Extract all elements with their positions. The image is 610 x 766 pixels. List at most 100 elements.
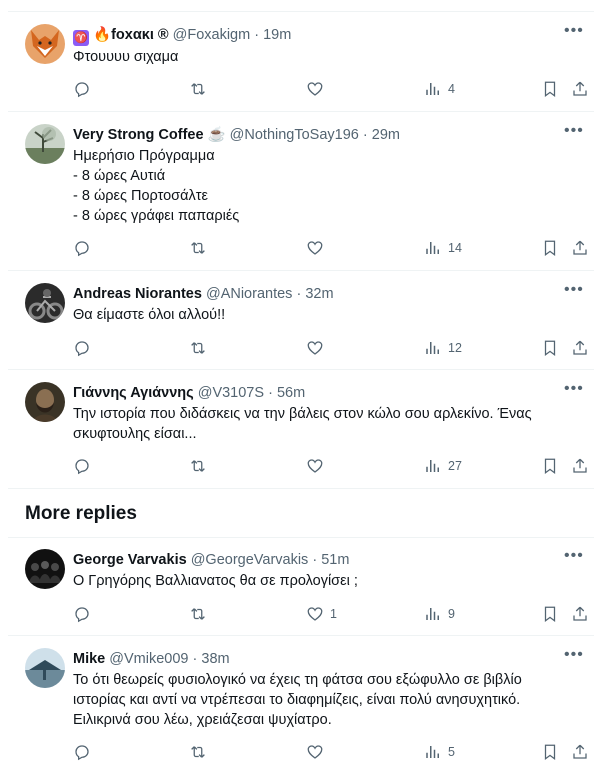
like-button[interactable] (306, 455, 330, 477)
avatar[interactable] (25, 283, 65, 323)
like-button[interactable] (306, 78, 330, 100)
author-name[interactable]: Mike (73, 651, 105, 667)
reply-button[interactable] (73, 741, 97, 763)
registered-mark: ® (157, 27, 169, 43)
tweet[interactable]: Mike @Vmike009 · 38m Το ότι θεωρείς φυσι… (8, 636, 594, 766)
views-icon (426, 608, 439, 620)
bookmark-button[interactable] (541, 741, 559, 763)
more-options-icon[interactable]: ••• (564, 23, 584, 40)
views-button[interactable]: 14 (424, 237, 462, 259)
retweet-icon (191, 460, 205, 472)
bookmark-icon (544, 81, 556, 98)
views-button[interactable]: 4 (424, 78, 455, 100)
retweet-icon (191, 342, 205, 354)
bookmark-icon (544, 240, 556, 257)
author-name[interactable]: Very Strong Coffee (73, 127, 204, 143)
more-options-icon[interactable]: ••• (564, 548, 584, 565)
tweet[interactable]: Very Strong Coffee ☕ @NothingToSay196 · … (8, 112, 594, 271)
tweet[interactable]: ♈ 🔥foxακι ® @Foxakigm · 19m Φτουυυυ σιχα… (8, 12, 594, 112)
reply-icon (75, 341, 89, 357)
timestamp[interactable]: 56m (277, 385, 305, 401)
bookmark-icon (544, 744, 556, 761)
tweet[interactable]: Γιάννης Αγιάννης @V3107S · 56m Την ιστορ… (8, 370, 594, 489)
bookmark-button[interactable] (541, 455, 559, 477)
views-icon (426, 83, 439, 95)
bookmark-button[interactable] (541, 78, 559, 100)
timestamp[interactable]: 38m (201, 651, 229, 667)
share-button[interactable] (571, 603, 589, 625)
author-handle[interactable]: @ANiorantes (206, 286, 292, 302)
reply-button[interactable] (73, 337, 97, 359)
tweet-text: Ημερήσιο Πρόγραμμα - 8 ώρες Αυτιά - 8 ώρ… (73, 148, 240, 224)
avatar[interactable] (25, 24, 65, 64)
tweet-text: Φτουυυυ σιχαμα (73, 49, 179, 65)
heart-icon (307, 459, 323, 473)
retweet-icon (191, 83, 205, 95)
author-handle[interactable]: @NothingToSay196 (230, 127, 359, 143)
bookmark-button[interactable] (541, 603, 559, 625)
more-options-icon[interactable]: ••• (564, 123, 584, 140)
like-button[interactable] (306, 741, 330, 763)
views-icon (426, 242, 439, 254)
share-button[interactable] (571, 337, 589, 359)
retweet-button[interactable] (189, 78, 213, 100)
views-icon (426, 342, 439, 354)
share-icon (573, 240, 587, 255)
avatar[interactable] (25, 549, 65, 589)
author-handle[interactable]: @Foxakigm (173, 27, 251, 43)
share-button[interactable] (571, 78, 589, 100)
like-button[interactable] (306, 337, 330, 359)
avatar[interactable] (25, 648, 65, 688)
retweet-button[interactable] (189, 237, 213, 259)
views-icon (426, 746, 439, 758)
tweet[interactable]: Andreas Niorantes @ANiorantes · 32m Θα ε… (8, 271, 594, 370)
share-button[interactable] (571, 237, 589, 259)
bookmark-button[interactable] (541, 337, 559, 359)
more-options-icon[interactable]: ••• (564, 381, 584, 398)
timestamp[interactable]: 51m (321, 552, 349, 568)
author-name[interactable]: George Varvakis (73, 552, 187, 568)
author-name[interactable]: Γιάννης Αγιάννης (73, 385, 194, 401)
aries-icon: ♈ (73, 30, 89, 46)
more-options-icon[interactable]: ••• (564, 282, 584, 299)
author-name[interactable]: Andreas Niorantes (73, 286, 202, 302)
tweet-text: Το ότι θεωρείς φυσιολογικό να έχεις τη φ… (73, 672, 522, 728)
more-options-icon[interactable]: ••• (564, 647, 584, 664)
retweet-button[interactable] (189, 455, 213, 477)
heart-icon (307, 241, 323, 255)
share-button[interactable] (571, 741, 589, 763)
retweet-icon (191, 242, 205, 254)
heart-icon (307, 745, 323, 759)
views-button[interactable]: 27 (424, 455, 462, 477)
reply-button[interactable] (73, 455, 97, 477)
views-button[interactable]: 5 (424, 741, 455, 763)
timestamp[interactable]: 29m (372, 127, 400, 143)
author-handle[interactable]: @Vmike009 (109, 651, 188, 667)
avatar[interactable] (25, 382, 65, 422)
reply-button[interactable] (73, 78, 97, 100)
author-handle[interactable]: @V3107S (198, 385, 264, 401)
retweet-button[interactable] (189, 603, 213, 625)
author-handle[interactable]: @GeorgeVarvakis (191, 552, 309, 568)
reply-button[interactable] (73, 603, 97, 625)
share-button[interactable] (571, 455, 589, 477)
timestamp[interactable]: 32m (305, 286, 333, 302)
more-replies-heading: More replies (25, 503, 137, 524)
views-icon (426, 460, 439, 472)
timestamp[interactable]: 19m (263, 27, 291, 43)
reply-icon (75, 82, 89, 98)
like-button[interactable]: 1 (306, 603, 337, 625)
author-name[interactable]: foxακι (111, 27, 154, 43)
avatar[interactable] (25, 124, 65, 164)
retweet-button[interactable] (189, 741, 213, 763)
reply-button[interactable] (73, 237, 97, 259)
tweet[interactable]: George Varvakis @GeorgeVarvakis · 51m Ο … (8, 537, 594, 636)
bookmark-icon (544, 458, 556, 475)
bookmark-button[interactable] (541, 237, 559, 259)
like-button[interactable] (306, 237, 330, 259)
views-button[interactable]: 12 (424, 337, 462, 359)
retweet-icon (191, 746, 205, 758)
views-button[interactable]: 9 (424, 603, 455, 625)
fire-icon: 🔥 (93, 27, 112, 43)
retweet-button[interactable] (189, 337, 213, 359)
